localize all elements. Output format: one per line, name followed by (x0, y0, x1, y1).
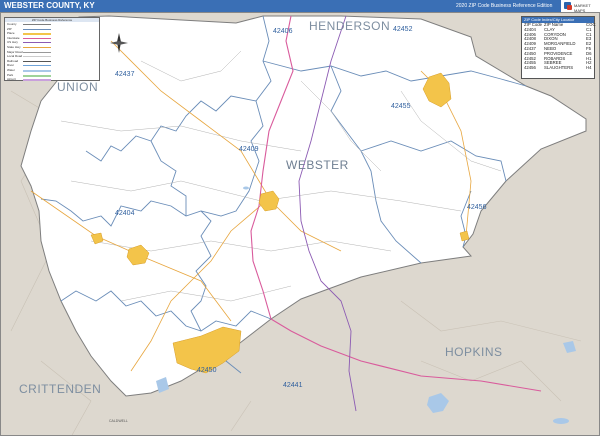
label-union: UNION (57, 80, 99, 94)
zip-index-table: ZIP Code Index/City Locator ZIP Code ZIP… (521, 16, 596, 79)
label-henderson: HENDERSON (309, 19, 391, 33)
zip-label-42450: 42450 (197, 367, 217, 374)
zip-label-42441: 42441 (283, 382, 303, 389)
table-row: 42456 SLAUGHTERS H4 (524, 65, 592, 71)
compass-icon (110, 33, 128, 53)
edition-label: 2020 ZIP Code Business Reference Edition (456, 3, 553, 9)
zip-label-42437: 42437 (115, 71, 135, 78)
map-legend: ZIP Code Business Reference County ZIP P… (4, 17, 100, 82)
zip-label-42456: 42456 (467, 204, 487, 211)
zip-label-42455: 42455 (391, 103, 411, 110)
zip-label-42452: 42452 (393, 26, 413, 33)
title-bar: WEBSTER COUNTY, KY 2020 ZIP Code Busines… (0, 0, 600, 13)
zip-label-42404: 42404 (115, 210, 135, 217)
map-title: WEBSTER COUNTY, KY (4, 1, 95, 10)
brand-mark-accent-icon (567, 5, 572, 10)
label-hopkins: HOPKINS (445, 345, 503, 359)
label-webster: WEBSTER (286, 158, 349, 172)
zip-label-42409: 42409 (239, 146, 259, 153)
zip-label-42406: 42406 (273, 28, 293, 35)
label-crittenden: CRITTENDEN (19, 382, 102, 396)
legend-row: Airport (5, 77, 99, 82)
label-caldwell: CALDWELL (109, 419, 128, 423)
brand-logo: MARKET MAPS (560, 0, 600, 13)
